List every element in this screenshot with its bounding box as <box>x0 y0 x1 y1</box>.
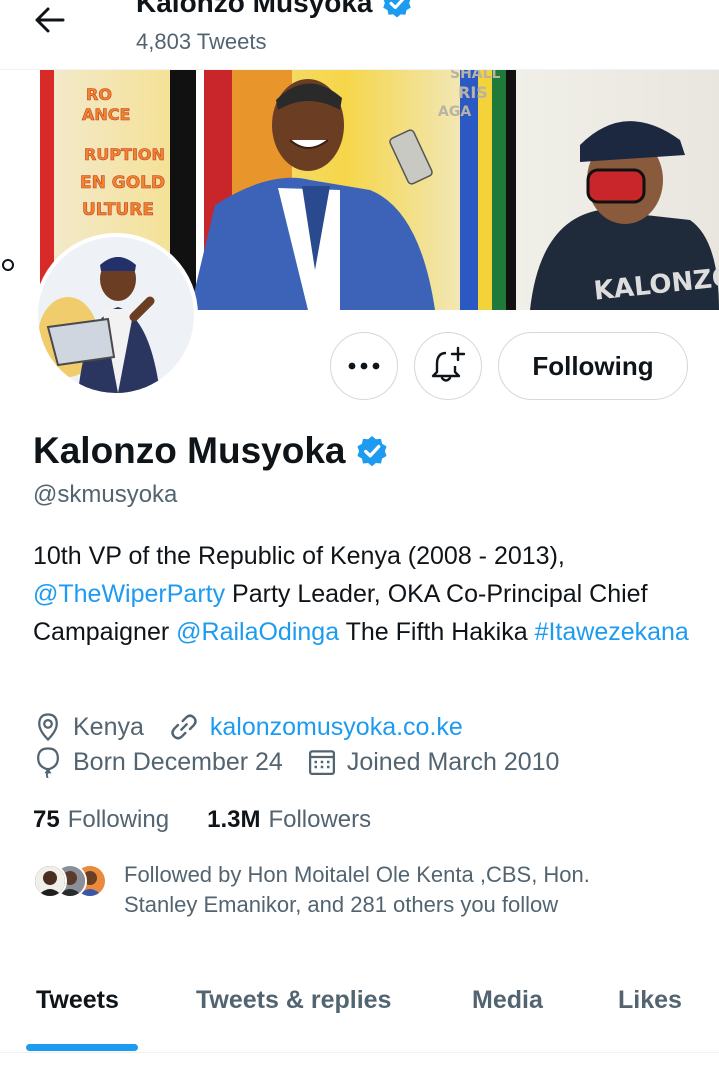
location-pin-icon <box>38 713 58 742</box>
mural-text: ULTURE <box>82 200 154 220</box>
following-button[interactable]: Following <box>498 332 688 400</box>
tab-tweets[interactable]: Tweets <box>36 986 119 1015</box>
arrow-left-icon <box>35 7 65 33</box>
profile-tabs: Tweets Tweets & replies Media Likes <box>0 960 719 1053</box>
followers-label: Followers <box>268 806 372 833</box>
hashtag-link[interactable]: #Itawezekana <box>535 618 689 646</box>
header-name: Kalonzo Musyoka <box>136 0 373 18</box>
following-label: Following <box>67 806 170 833</box>
link-icon <box>171 714 197 740</box>
mural-text: SHALL <box>450 70 501 82</box>
profile-stats: 75 Following 1.3M Followers <box>33 806 371 834</box>
profile-meta-row: Born December 24 Joined March 2010 <box>33 746 559 778</box>
top-bar: Kalonzo Musyoka 4,803 Tweets <box>0 0 719 70</box>
followed-by[interactable]: Followed by Hon Moitalel Ole Kenta ,CBS,… <box>33 860 664 920</box>
verified-badge-icon <box>356 436 387 467</box>
profile-name: Kalonzo Musyoka <box>33 430 390 472</box>
followed-by-text: Followed by Hon Moitalel Ole Kenta ,CBS,… <box>124 862 590 917</box>
mural-text: RIS <box>458 83 488 102</box>
mural-text: RO <box>86 85 112 104</box>
mention-link[interactable]: @RailaOdinga <box>176 618 339 646</box>
header-title: Kalonzo Musyoka <box>136 0 414 20</box>
follower-facepile <box>33 864 113 900</box>
bio-text: The Fifth Hakika <box>339 618 535 646</box>
back-button[interactable] <box>28 2 72 38</box>
profile-name-text: Kalonzo Musyoka <box>33 430 346 471</box>
balloon-icon <box>37 747 59 778</box>
tab-tweets-replies[interactable]: Tweets & replies <box>196 986 391 1015</box>
website[interactable]: kalonzomusyoka.co.ke <box>168 711 463 743</box>
profile-handle: @skmusyoka <box>33 481 178 508</box>
birthday: Born December 24 <box>33 746 283 778</box>
tweet-count: 4,803 Tweets <box>136 29 267 54</box>
location: Kenya <box>33 712 144 742</box>
followers-count: 1.3M <box>207 806 261 833</box>
follower-avatar <box>33 864 67 898</box>
mural-text: EN GOLD <box>80 173 165 193</box>
joined-text: Joined March 2010 <box>346 747 560 776</box>
birthday-text: Born December 24 <box>73 747 283 776</box>
tab-media[interactable]: Media <box>472 986 543 1015</box>
mention-link[interactable]: @TheWiperParty <box>33 580 225 608</box>
location-text: Kenya <box>73 712 144 741</box>
profile-bio: 10th VP of the Republic of Kenya (2008 -… <box>33 537 693 651</box>
avatar-image <box>38 237 194 393</box>
following-stat[interactable]: 75 Following <box>33 806 169 834</box>
mural-text: AGA <box>438 104 471 120</box>
tab-likes[interactable]: Likes <box>618 986 682 1015</box>
avatar[interactable] <box>34 233 198 397</box>
bio-text: 10th VP of the Republic of Kenya (2008 -… <box>33 542 565 570</box>
followers-stat[interactable]: 1.3M Followers <box>207 806 371 834</box>
profile-meta-row: Kenya kalonzomusyoka.co.ke <box>33 711 463 743</box>
active-tab-indicator <box>26 1044 138 1051</box>
verified-badge-icon <box>383 0 412 18</box>
following-count: 75 <box>33 806 60 833</box>
calendar-icon <box>308 750 335 775</box>
more-button[interactable] <box>330 332 398 400</box>
website-link[interactable]: kalonzomusyoka.co.ke <box>210 713 463 742</box>
mural-text: ANCE <box>82 105 130 124</box>
notify-button[interactable] <box>414 332 482 400</box>
bell-plus-icon <box>431 346 466 382</box>
more-icon <box>348 362 380 370</box>
stray-dot <box>2 259 14 271</box>
mural-text: RUPTION <box>84 145 165 164</box>
joined-date: Joined March 2010 <box>307 747 560 777</box>
